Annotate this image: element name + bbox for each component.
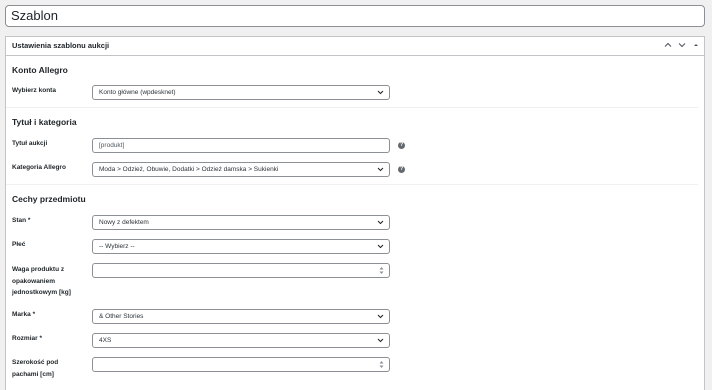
auction-title-label: Tytuł aukcji [12,140,48,147]
brand-select[interactable]: & Other Stories [92,309,390,324]
brand-value: & Other Stories [99,313,144,320]
auction-title-input[interactable]: [produkt] [92,138,390,153]
help-icon[interactable]: ? [398,142,405,149]
chevron-up-icon [664,42,672,47]
triangle-up-icon [694,44,698,46]
gender-select[interactable]: -- Wybierz -- [92,239,390,254]
armpit-width-input[interactable] [92,357,390,372]
gender-label: Płeć [12,241,26,248]
toggle-panel-button[interactable] [690,39,702,51]
section-divider [6,184,698,185]
section-title-account: Konto Allegro [12,65,68,75]
armpit-width-label: Szerokość pod pachami [cm] [12,359,59,378]
move-up-button[interactable] [662,39,674,51]
size-select[interactable]: 4XS [92,333,390,348]
spinner-icon[interactable] [379,360,384,369]
spinner-icon[interactable] [379,266,384,275]
auction-title-value: [produkt] [99,142,125,149]
template-settings-metabox: Ustawienia szablonu aukcji Konto Allegro… [5,36,705,390]
section-divider [6,107,698,108]
chevron-down-icon [377,338,384,343]
chevron-down-icon [678,43,686,48]
condition-select[interactable]: Nowy z defektem [92,215,390,230]
chevron-down-icon [377,314,384,319]
size-label: Rozmiar * [12,335,42,342]
allegro-category-select[interactable]: Moda > Odzież, Obuwie, Dodatki > Odzież … [92,162,390,177]
template-title-input[interactable]: Szablon [5,5,705,27]
chevron-down-icon [377,90,384,95]
weight-input[interactable] [92,263,390,278]
condition-value: Nowy z defektem [99,219,149,226]
brand-label: Marka * [12,311,36,318]
allegro-category-value: Moda > Odzież, Obuwie, Dodatki > Odzież … [99,166,279,173]
condition-label: Stan * [12,217,31,224]
chevron-down-icon [377,244,384,249]
section-title-attributes: Cechy przedmiotu [12,194,86,204]
metabox-title: Ustawienia szablonu aukcji [12,41,110,50]
allegro-category-label: Kategoria Allegro [12,164,66,171]
gender-value: -- Wybierz -- [99,243,135,250]
metabox-header: Ustawienia szablonu aukcji [6,37,704,56]
chevron-down-icon [377,167,384,172]
weight-label: Waga produktu z opakowaniem jednostkowym… [12,266,71,296]
section-title-title-category: Tytuł i kategoria [12,117,77,127]
move-down-button[interactable] [676,39,688,51]
size-value: 4XS [99,337,112,344]
choose-account-value: Konto główne (wpdesknet) [99,89,176,96]
help-icon[interactable]: ? [398,166,405,173]
choose-account-label: Wybierz konta [12,87,56,94]
choose-account-select[interactable]: Konto główne (wpdesknet) [92,85,390,100]
chevron-down-icon [377,220,384,225]
